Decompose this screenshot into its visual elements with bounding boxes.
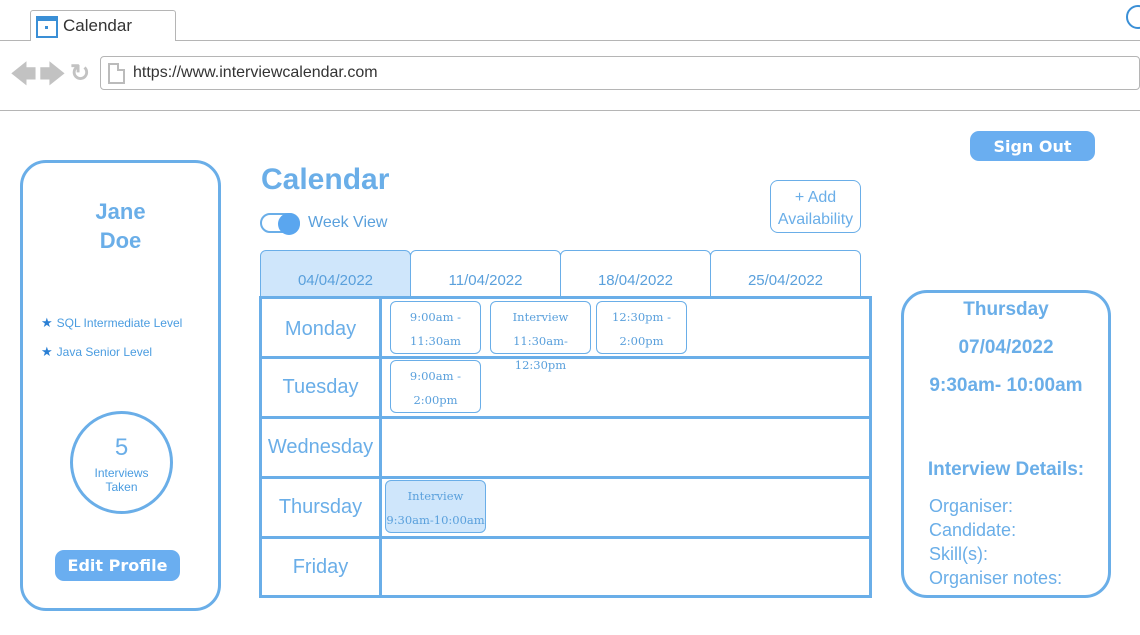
detail-field-notes: Organiser notes: [929, 568, 1063, 588]
chrome-divider [0, 110, 1140, 111]
detail-day: Thursday [963, 299, 1049, 320]
skill-label: SQL Intermediate Level [56, 316, 183, 330]
week-tab[interactable]: 11/04/2022 [410, 250, 561, 298]
address-bar[interactable]: https://www.interviewcalendar.com [100, 56, 1140, 90]
day-row: Friday [262, 536, 869, 596]
window-control-icon[interactable] [1126, 5, 1140, 29]
day-label: Tuesday [262, 359, 382, 416]
event-line: 2:00pm [413, 393, 458, 407]
profile-card: Jane Doe ★ SQL Intermediate Level ★ Java S… [20, 160, 221, 611]
week-tab[interactable]: 04/04/2022 [260, 250, 411, 298]
detail-field-organiser: Organiser: [929, 496, 1014, 516]
day-label: Wednesday [262, 419, 382, 476]
interview-detail-card: Thursday 07/04/2022 9:30am- 10:00am Inte… [901, 290, 1111, 598]
sign-out-button[interactable]: Sign Out [970, 131, 1095, 161]
profile-first-name: Jane [95, 199, 146, 224]
detail-time: 9:30am- 10:00am [929, 375, 1083, 396]
day-label: Monday [262, 299, 382, 359]
skill-label: Java Senior Level [56, 345, 153, 359]
event-line: 9:00am - [409, 369, 462, 383]
tab-title: Calendar [63, 16, 132, 35]
event-slot[interactable]: 12:30pm - 2:00pm [596, 301, 687, 354]
forward-arrow-icon[interactable]: 🡆 [39, 60, 66, 88]
day-row: Tuesday 9:00am - 2:00pm [262, 356, 869, 416]
week-view-label: Week View [308, 214, 388, 231]
star-icon: ★ [41, 344, 53, 359]
interviews-taken-counter: 5 Interviews Taken [70, 411, 173, 514]
add-availability-line1: + Add [794, 189, 837, 206]
day-label: Friday [262, 539, 382, 596]
star-icon: ★ [41, 315, 53, 330]
event-line: 9:00am - [409, 310, 462, 324]
event-line: 11:30am [410, 334, 461, 348]
event-slot-selected[interactable]: Interview 9:30am-10:00am [385, 480, 486, 533]
tab-gap [31, 40, 175, 41]
skill-item: ★ SQL Intermediate Level [41, 315, 182, 331]
toggle-knob [278, 213, 300, 235]
profile-last-name: Doe [99, 228, 142, 253]
event-line: 12:30pm - [612, 310, 671, 324]
add-availability-line2: Availability [777, 211, 854, 228]
detail-field-candidate: Candidate: [929, 520, 1017, 540]
week-tab[interactable]: 18/04/2022 [560, 250, 711, 298]
interviews-label-line1: Interviews [94, 466, 149, 480]
page-title: Calendar [261, 163, 390, 196]
day-label: Thursday [262, 479, 382, 536]
week-tab[interactable]: 25/04/2022 [710, 250, 861, 298]
day-row: Wednesday [262, 416, 869, 476]
interviews-count: 5 [114, 434, 129, 461]
event-line: Interview [407, 489, 464, 503]
url-text: https://www.interviewcalendar.com [133, 64, 378, 81]
back-arrow-icon[interactable]: 🡄 [10, 60, 37, 88]
week-view-toggle[interactable] [260, 213, 300, 235]
day-row: Thursday Interview 9:30am-10:00am [262, 476, 869, 536]
skill-item: ★ Java Senior Level [41, 344, 152, 360]
event-slot[interactable]: 9:00am - 11:30am [390, 301, 481, 354]
detail-field-skills: Skill(s): [929, 544, 988, 564]
browser-tab[interactable]: Calendar [30, 10, 176, 41]
detail-date: 07/04/2022 [958, 337, 1054, 358]
day-row: Monday 9:00am - 11:30am Interview 11:30a… [262, 299, 869, 372]
event-slot[interactable]: 9:00am - 2:00pm [390, 360, 481, 413]
event-line: 9:30am-10:00am [386, 513, 485, 527]
page-icon [108, 63, 125, 84]
interviews-label: Interviews Taken [73, 466, 170, 494]
edit-profile-button[interactable]: Edit Profile [55, 550, 180, 581]
calendar-icon [36, 16, 58, 38]
event-line: 2:00pm [619, 334, 664, 348]
event-slot[interactable]: Interview 11:30am-12:30pm [490, 301, 591, 372]
week-grid: Monday 9:00am - 11:30am Interview 11:30a… [259, 296, 872, 598]
event-line: Interview [512, 310, 569, 324]
add-availability-button[interactable]: + Add Availability [770, 180, 861, 233]
reload-icon[interactable]: ↻ [70, 60, 90, 88]
detail-section-title: Interview Details: [927, 459, 1085, 480]
interviews-label-line2: Taken [105, 480, 138, 494]
